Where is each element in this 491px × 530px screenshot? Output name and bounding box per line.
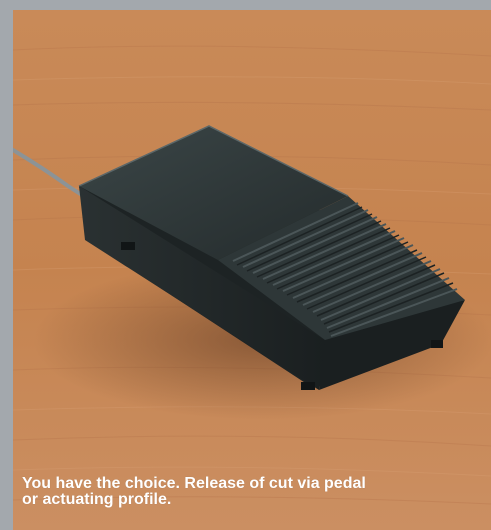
photo-caption: You have the choice. Release of cut via … [22,476,484,508]
image-frame: You have the choice. Release of cut via … [0,0,491,530]
foot-pedal-illustration [13,10,491,530]
product-photo [13,10,491,530]
caption-line-1: You have the choice. Release of cut via … [22,475,366,492]
caption-line-2: or actuating profile. [22,491,172,508]
